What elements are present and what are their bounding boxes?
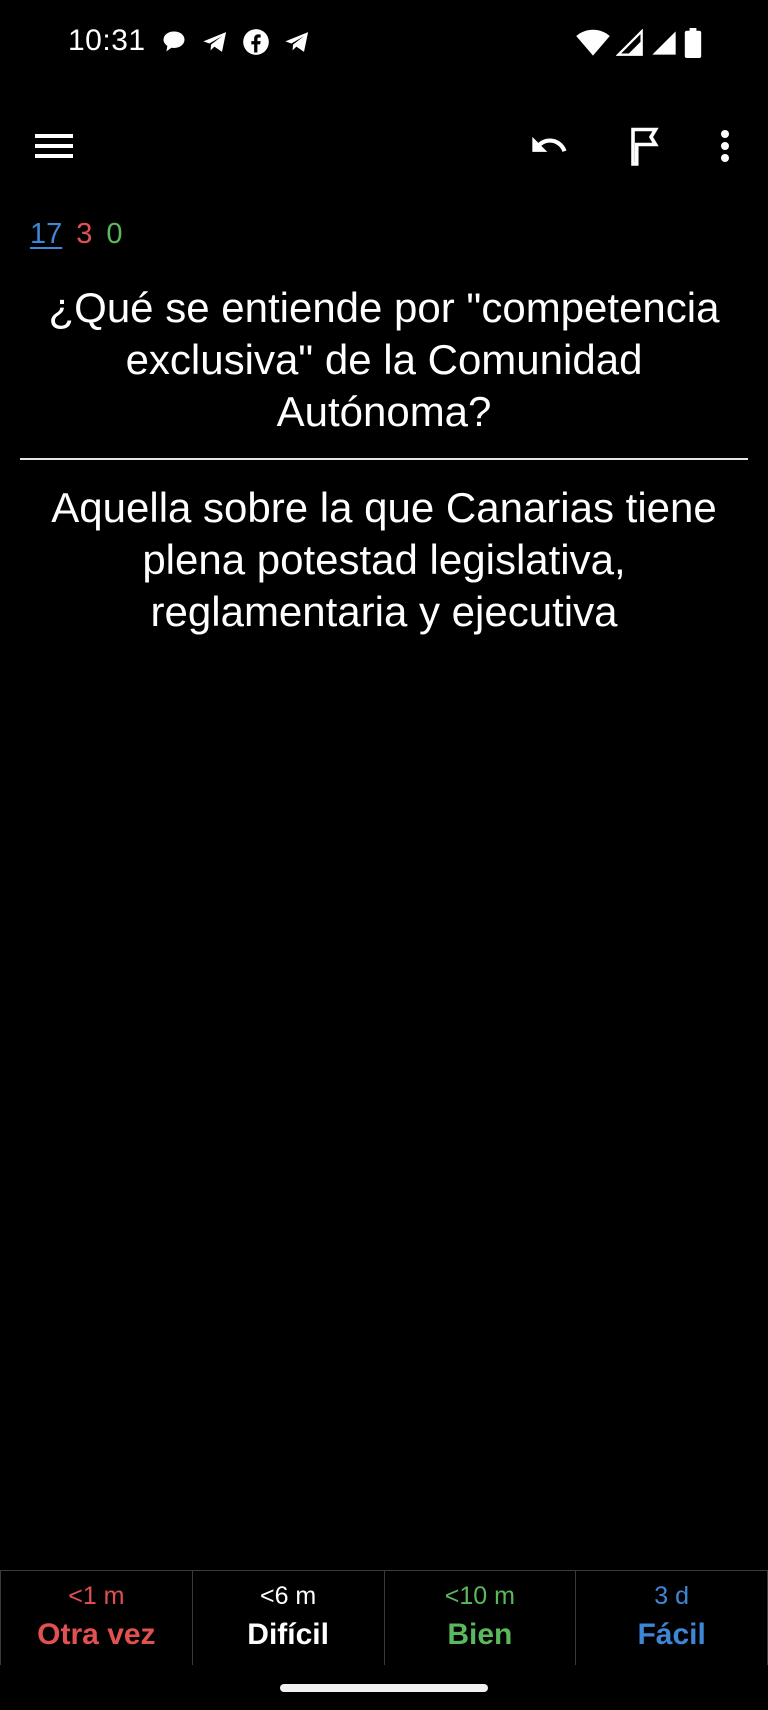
gesture-nav-handle[interactable] [280,1684,488,1692]
easy-button[interactable]: 3 d Fácil [576,1571,768,1665]
hamburger-menu-icon [35,132,73,165]
hard-label: Difícil [247,1618,329,1651]
battery-icon [684,28,702,58]
status-time: 10:31 [68,24,146,57]
more-options-button[interactable] [695,118,755,178]
menu-button[interactable] [24,118,84,178]
notification-icons [160,28,312,56]
card-question: ¿Qué se entiende por "competencia exclus… [48,284,720,435]
facebook-icon [242,28,270,56]
toolbar [0,110,768,186]
system-icons [576,28,702,58]
good-label: Bien [447,1618,513,1651]
signal-icon [650,29,678,57]
status-bar: 10:31 [0,0,768,88]
question-answer-divider [20,458,748,460]
easy-interval: 3 d [654,1582,689,1610]
easy-label: Fácil [637,1618,706,1651]
undo-button[interactable] [519,118,579,178]
learning-count: 3 [76,218,93,250]
again-interval: <1 m [68,1582,125,1610]
again-label: Otra vez [37,1618,156,1651]
card-answer: Aquella sobre la que Canarias tiene plen… [51,484,717,635]
signal-icon [616,29,644,57]
card-counts: 17 3 0 [30,218,123,251]
telegram-icon [282,28,312,56]
hard-button[interactable]: <6 m Difícil [193,1571,385,1665]
wifi-icon [576,29,610,57]
more-vert-icon [720,129,730,168]
good-button[interactable]: <10 m Bien [385,1571,577,1665]
flag-icon [627,126,663,171]
new-count: 17 [30,218,63,250]
again-button[interactable]: <1 m Otra vez [0,1571,193,1665]
chat-bubble-icon [160,28,188,56]
undo-icon [528,131,570,166]
flag-button[interactable] [615,118,675,178]
hard-interval: <6 m [259,1582,317,1610]
good-interval: <10 m [444,1582,515,1610]
answer-buttons-bar: <1 m Otra vez <6 m Difícil <10 m Bien 3 … [0,1570,768,1665]
review-count: 0 [106,218,123,250]
telegram-icon [200,28,230,56]
